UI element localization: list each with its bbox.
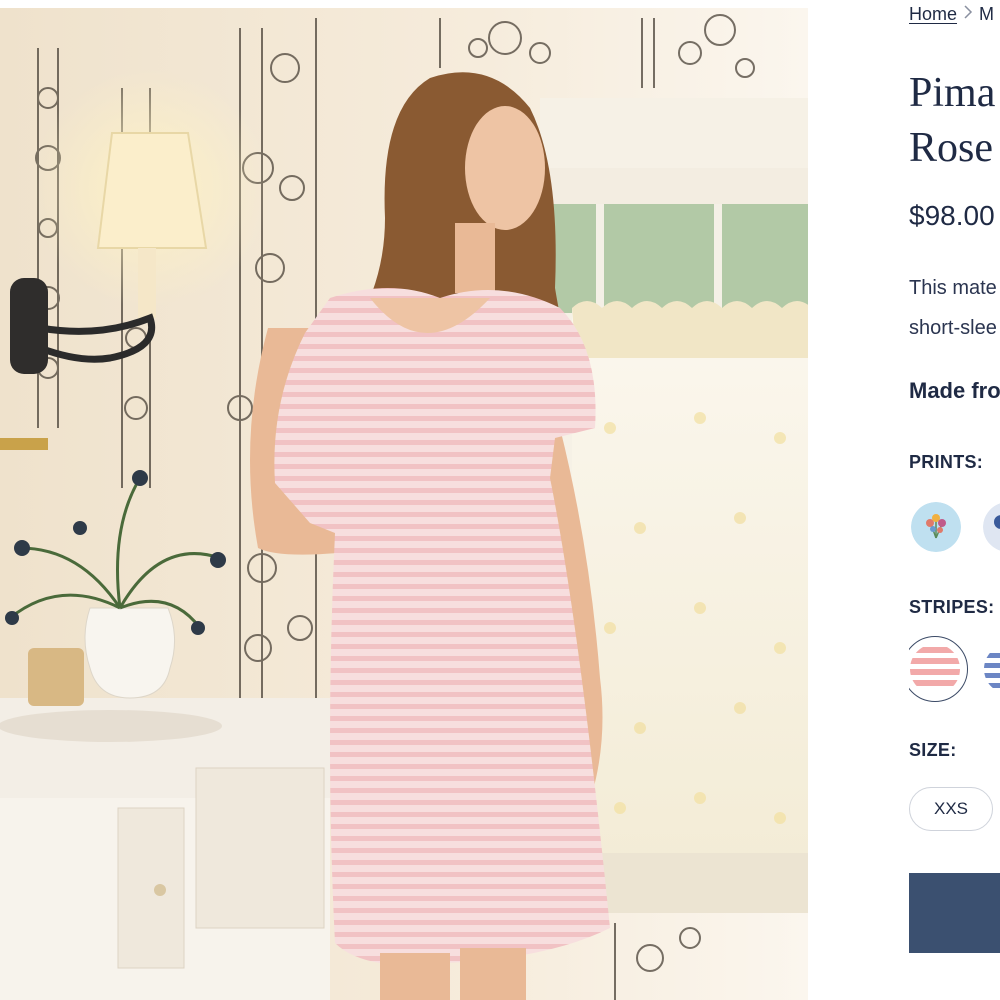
- blue-stripe-swatch[interactable]: [983, 643, 1000, 695]
- description-line-1: This mate: [909, 277, 997, 299]
- size-option-xxs[interactable]: XXS: [909, 787, 993, 831]
- floral-bouquet-swatch[interactable]: [911, 502, 961, 552]
- size-label: SIZE:: [909, 740, 957, 760]
- chevron-right-icon: [963, 4, 973, 25]
- blue-floral-swatch[interactable]: [983, 502, 1000, 552]
- faucet: [0, 438, 48, 450]
- stripes-label-text: STRIPES:: [909, 597, 995, 617]
- breadcrumb: Home M: [909, 4, 994, 25]
- product-price: $98.00: [909, 200, 995, 231]
- product-photo-illustration: [0, 8, 808, 1000]
- add-to-bag-button[interactable]: [909, 873, 1000, 953]
- breadcrumb-home-link[interactable]: Home: [909, 4, 957, 24]
- description-line-2: short-slee: [909, 317, 997, 339]
- product-photo[interactable]: [0, 8, 808, 1000]
- product-description: This mate short-slee: [909, 268, 997, 348]
- stripes-label: STRIPES: B: [909, 597, 1000, 618]
- product-title: Pima Rose: [909, 66, 995, 176]
- product-title-line-1: Pima: [909, 70, 996, 116]
- made-from-heading: Made fro: [909, 378, 1000, 403]
- product-title-line-2: Rose: [909, 125, 993, 171]
- curtain: [572, 301, 808, 913]
- prints-label: PRINTS:: [909, 452, 984, 472]
- vanity: [0, 698, 330, 1000]
- pink-stripe-swatch[interactable]: [909, 636, 968, 702]
- breadcrumb-current[interactable]: M: [979, 4, 994, 24]
- product-info-panel: Home M Pima Rose $98.00 This mate short-s…: [909, 0, 1000, 1000]
